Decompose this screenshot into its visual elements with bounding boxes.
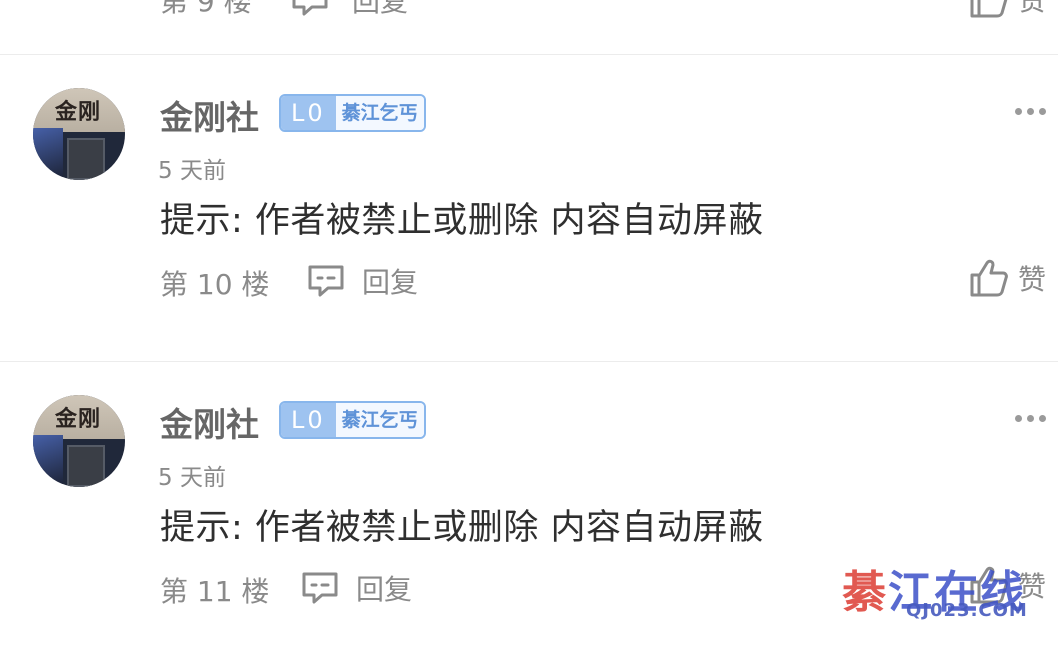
user-title-tag: 綦江乞丐 xyxy=(335,96,424,130)
like-button[interactable]: 赞 xyxy=(968,564,1046,606)
comment-icon xyxy=(302,572,338,604)
avatar[interactable]: 金刚 xyxy=(33,88,125,180)
comment-item: 金刚 金刚社 L0 綦江乞丐 5 天前 提示: 作者被禁止或删除 内容自动屏蔽 … xyxy=(0,362,1058,645)
user-level-badge: L0 綦江乞丐 xyxy=(279,94,426,132)
avatar-door xyxy=(67,138,105,180)
username[interactable]: 金刚社 xyxy=(160,91,259,139)
like-label: 赞 xyxy=(1018,0,1047,17)
reply-label: 回复 xyxy=(352,0,409,18)
avatar-door xyxy=(67,445,105,487)
reply-label: 回复 xyxy=(356,573,413,606)
avatar-light xyxy=(33,128,63,180)
comment-item: 金刚 金刚社 L0 綦江乞丐 5 天前 提示: 作者被禁止或删除 内容自动屏蔽 … xyxy=(0,55,1058,355)
comment-actions: 第 11 楼 回复 赞 xyxy=(0,562,1058,622)
floor-number: 第 9 楼 xyxy=(160,0,252,18)
more-options-icon[interactable] xyxy=(1010,101,1050,121)
like-label: 赞 xyxy=(1018,570,1047,603)
user-level-badge: L0 綦江乞丐 xyxy=(279,401,426,439)
avatar-sign-text: 金刚 xyxy=(55,99,102,125)
previous-comment-actions: 第 9 楼 回复 赞 xyxy=(0,0,1058,54)
reply-button[interactable]: 回复 xyxy=(306,261,418,301)
reply-label: 回复 xyxy=(362,266,419,299)
avatar[interactable]: 金刚 xyxy=(33,395,125,487)
like-button[interactable]: 赞 xyxy=(968,0,1046,20)
user-title-tag: 綦江乞丐 xyxy=(335,403,424,437)
comment-icon xyxy=(292,0,328,16)
reply-button[interactable]: 回复 xyxy=(290,0,408,20)
floor-number: 第 10 楼 xyxy=(160,268,270,301)
floor-number: 第 11 楼 xyxy=(160,575,270,608)
like-label: 赞 xyxy=(1018,263,1047,296)
avatar-sign-text: 金刚 xyxy=(55,406,102,432)
comment-actions: 第 10 楼 回复 赞 xyxy=(0,255,1058,315)
comment-content: 提示: 作者被禁止或删除 内容自动屏蔽 xyxy=(160,201,764,241)
thumbs-up-icon xyxy=(970,259,1008,297)
comment-content: 提示: 作者被禁止或删除 内容自动屏蔽 xyxy=(160,508,764,548)
thumbs-up-icon xyxy=(970,0,1008,18)
more-options-icon[interactable] xyxy=(1010,408,1050,428)
avatar-light xyxy=(33,435,63,487)
username[interactable]: 金刚社 xyxy=(160,398,259,446)
post-time: 5 天前 xyxy=(158,465,226,491)
thumbs-up-icon xyxy=(970,566,1008,604)
reply-button[interactable]: 回复 xyxy=(300,568,412,608)
level-label: L0 xyxy=(281,403,336,437)
post-time: 5 天前 xyxy=(158,158,226,184)
comment-icon xyxy=(308,265,344,297)
level-label: L0 xyxy=(281,96,336,130)
like-button[interactable]: 赞 xyxy=(968,257,1046,299)
